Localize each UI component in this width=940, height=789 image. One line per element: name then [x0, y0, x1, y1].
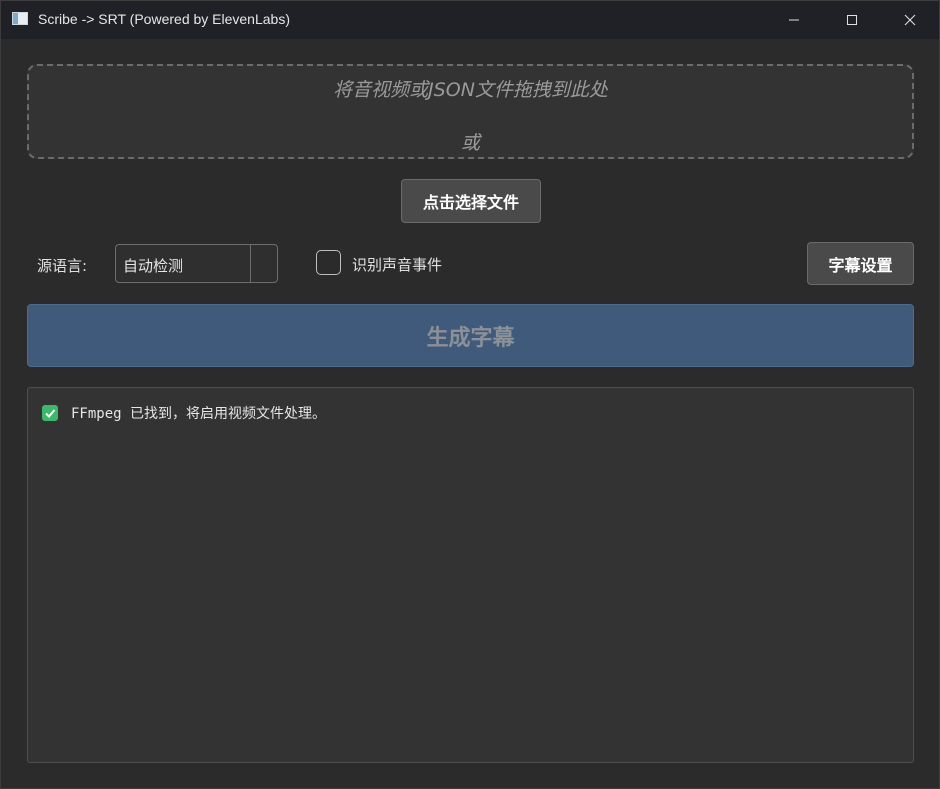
close-button[interactable]	[881, 1, 939, 39]
minimize-button[interactable]	[765, 1, 823, 39]
drop-zone-hint: 将音视频或JSON文件拖拽到此处	[333, 79, 608, 101]
log-line-text: FFmpeg 已找到，将启用视频文件处理。	[71, 406, 327, 422]
choose-file-button[interactable]: 点击选择文件	[401, 179, 541, 223]
window-title: Scribe -> SRT (Powered by ElevenLabs)	[38, 11, 290, 27]
drop-zone-or: 或	[460, 132, 480, 154]
app-icon	[12, 12, 28, 25]
dropdown-arrow-icon[interactable]	[250, 245, 277, 282]
file-drop-zone[interactable]: 将音视频或JSON文件拖拽到此处 或	[27, 64, 914, 159]
app-window: Scribe -> SRT (Powered by ElevenLabs) 将音…	[0, 0, 940, 789]
log-line: FFmpeg 已找到，将启用视频文件处理。	[42, 403, 326, 423]
source-language-select[interactable]: 自动检测	[115, 244, 278, 283]
check-mark-icon	[42, 405, 58, 421]
log-output[interactable]: FFmpeg 已找到，将启用视频文件处理。	[27, 387, 914, 763]
subtitle-settings-button[interactable]: 字幕设置	[807, 242, 914, 285]
maximize-button[interactable]	[823, 1, 881, 39]
generate-subtitles-button[interactable]: 生成字幕	[27, 304, 914, 367]
close-icon	[904, 14, 916, 26]
sound-events-checkbox[interactable]	[316, 250, 341, 275]
minimize-icon	[789, 19, 799, 21]
sound-events-label[interactable]: 识别声音事件	[352, 254, 442, 275]
title-bar: Scribe -> SRT (Powered by ElevenLabs)	[1, 1, 939, 39]
maximize-icon	[847, 15, 857, 25]
source-language-value: 自动检测	[123, 257, 184, 275]
source-language-label: 源语言:	[37, 257, 88, 275]
